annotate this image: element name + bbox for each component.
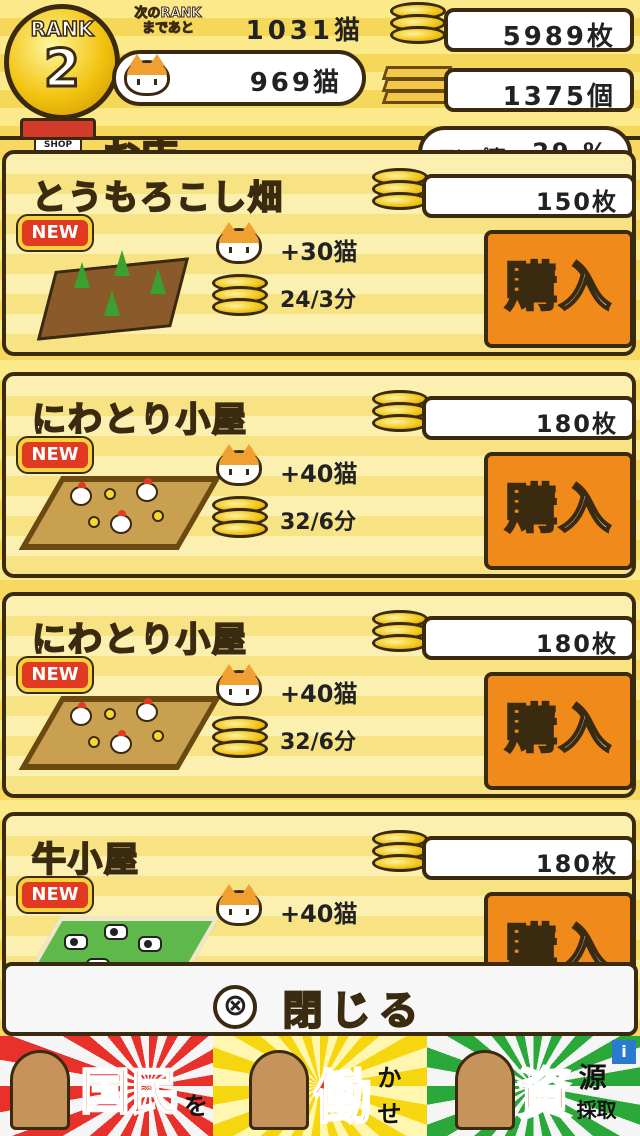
production-rate: 32/6分 [212,716,452,760]
cat-gain: +40猫 [214,444,454,490]
corn-field-illustration [34,244,204,341]
rank-label: RANK [30,16,95,42]
ad-panel-citizens[interactable]: 国民 を [0,1036,214,1136]
buy-button[interactable]: 購入 [484,672,634,790]
person-illustration [10,1050,70,1130]
person-illustration [249,1050,310,1130]
item-name: とうもろこし畑 [31,177,284,219]
item-price: 180枚 [422,396,636,440]
coins-counter: 5989枚 [444,8,634,52]
cat-gain: +40猫 [214,664,454,710]
item-name: にわとり小屋 [31,399,248,441]
buy-button[interactable]: 購入 [484,452,634,570]
production-rate: 32/6分 [212,496,452,540]
cat-face-icon [216,884,262,926]
next-rank-cats: 1031猫 [245,16,364,46]
rank-medal-icon: RANK 2 [4,4,120,120]
person-illustration [454,1050,515,1130]
materials-counter: 1375個 [444,68,634,112]
ad-panel-work[interactable]: 働 か せ [213,1036,427,1136]
ad-word-work: 働 [312,1062,372,1132]
ad-banner[interactable]: 国民 を 働 か せ 資 源 採取 i [0,1036,640,1136]
coin-stack-icon [390,2,450,46]
coin-stack-icon [212,716,272,760]
info-icon[interactable]: i [611,1040,636,1064]
cat-face-icon [216,222,262,264]
cat-gain: +40猫 [214,884,454,930]
cats-count: 969猫 [249,68,342,98]
item-name: 牛小屋 [31,839,140,881]
ad-particle: を [184,1092,208,1120]
ad-syllable: 採取 [576,1098,617,1122]
coin-stack-icon [212,496,272,540]
next-rank-caption: 次のRANK まであと [134,6,202,37]
shop-item-card: にわとり小屋 180枚 NEW +40猫 32/6分 購入 [2,372,636,578]
close-button[interactable]: ⊗ 閉じる [2,962,638,1036]
ad-panel-resources[interactable]: 資 源 採取 i [426,1036,640,1136]
production-rate: 24/3分 [212,274,452,318]
ad-word-resources: 資 [516,1062,574,1129]
chicken-coop-illustration [18,686,222,782]
cats-counter: 969猫 [112,50,366,106]
next-rank-info: 次のRANK まであと 1031猫 [122,4,372,52]
materials-value: 1375個 [502,82,616,112]
item-name: にわとり小屋 [31,619,248,661]
cat-face-icon [216,444,262,486]
cat-gain: +30猫 [214,222,454,268]
chicken-coop-illustration [18,466,222,562]
item-price: 180枚 [422,616,636,660]
ad-syllable: か [377,1064,402,1092]
ad-syllable: せ [377,1100,402,1128]
shop-item-card: にわとり小屋 180枚 NEW +40猫 32/6分 購入 [2,592,636,798]
item-price: 180枚 [422,836,636,880]
coin-stack-icon [212,274,272,318]
shop-item-card: とうもろこし畑 150枚 NEW +30猫 24/3分 購入 [2,150,636,356]
coins-value: 5989枚 [502,22,616,52]
buy-button[interactable]: 購入 [484,230,634,348]
item-price: 150枚 [422,174,636,218]
cat-face-icon [124,54,170,96]
rank-value: 2 [42,39,81,99]
ad-word-citizens: 国民 [79,1062,181,1122]
close-circle-icon: ⊗ [213,985,258,1029]
plank-stack-icon [381,62,453,110]
cat-face-icon [216,664,262,706]
close-label: 閉じる [282,987,427,1035]
ad-syllable: 源 [578,1061,607,1094]
